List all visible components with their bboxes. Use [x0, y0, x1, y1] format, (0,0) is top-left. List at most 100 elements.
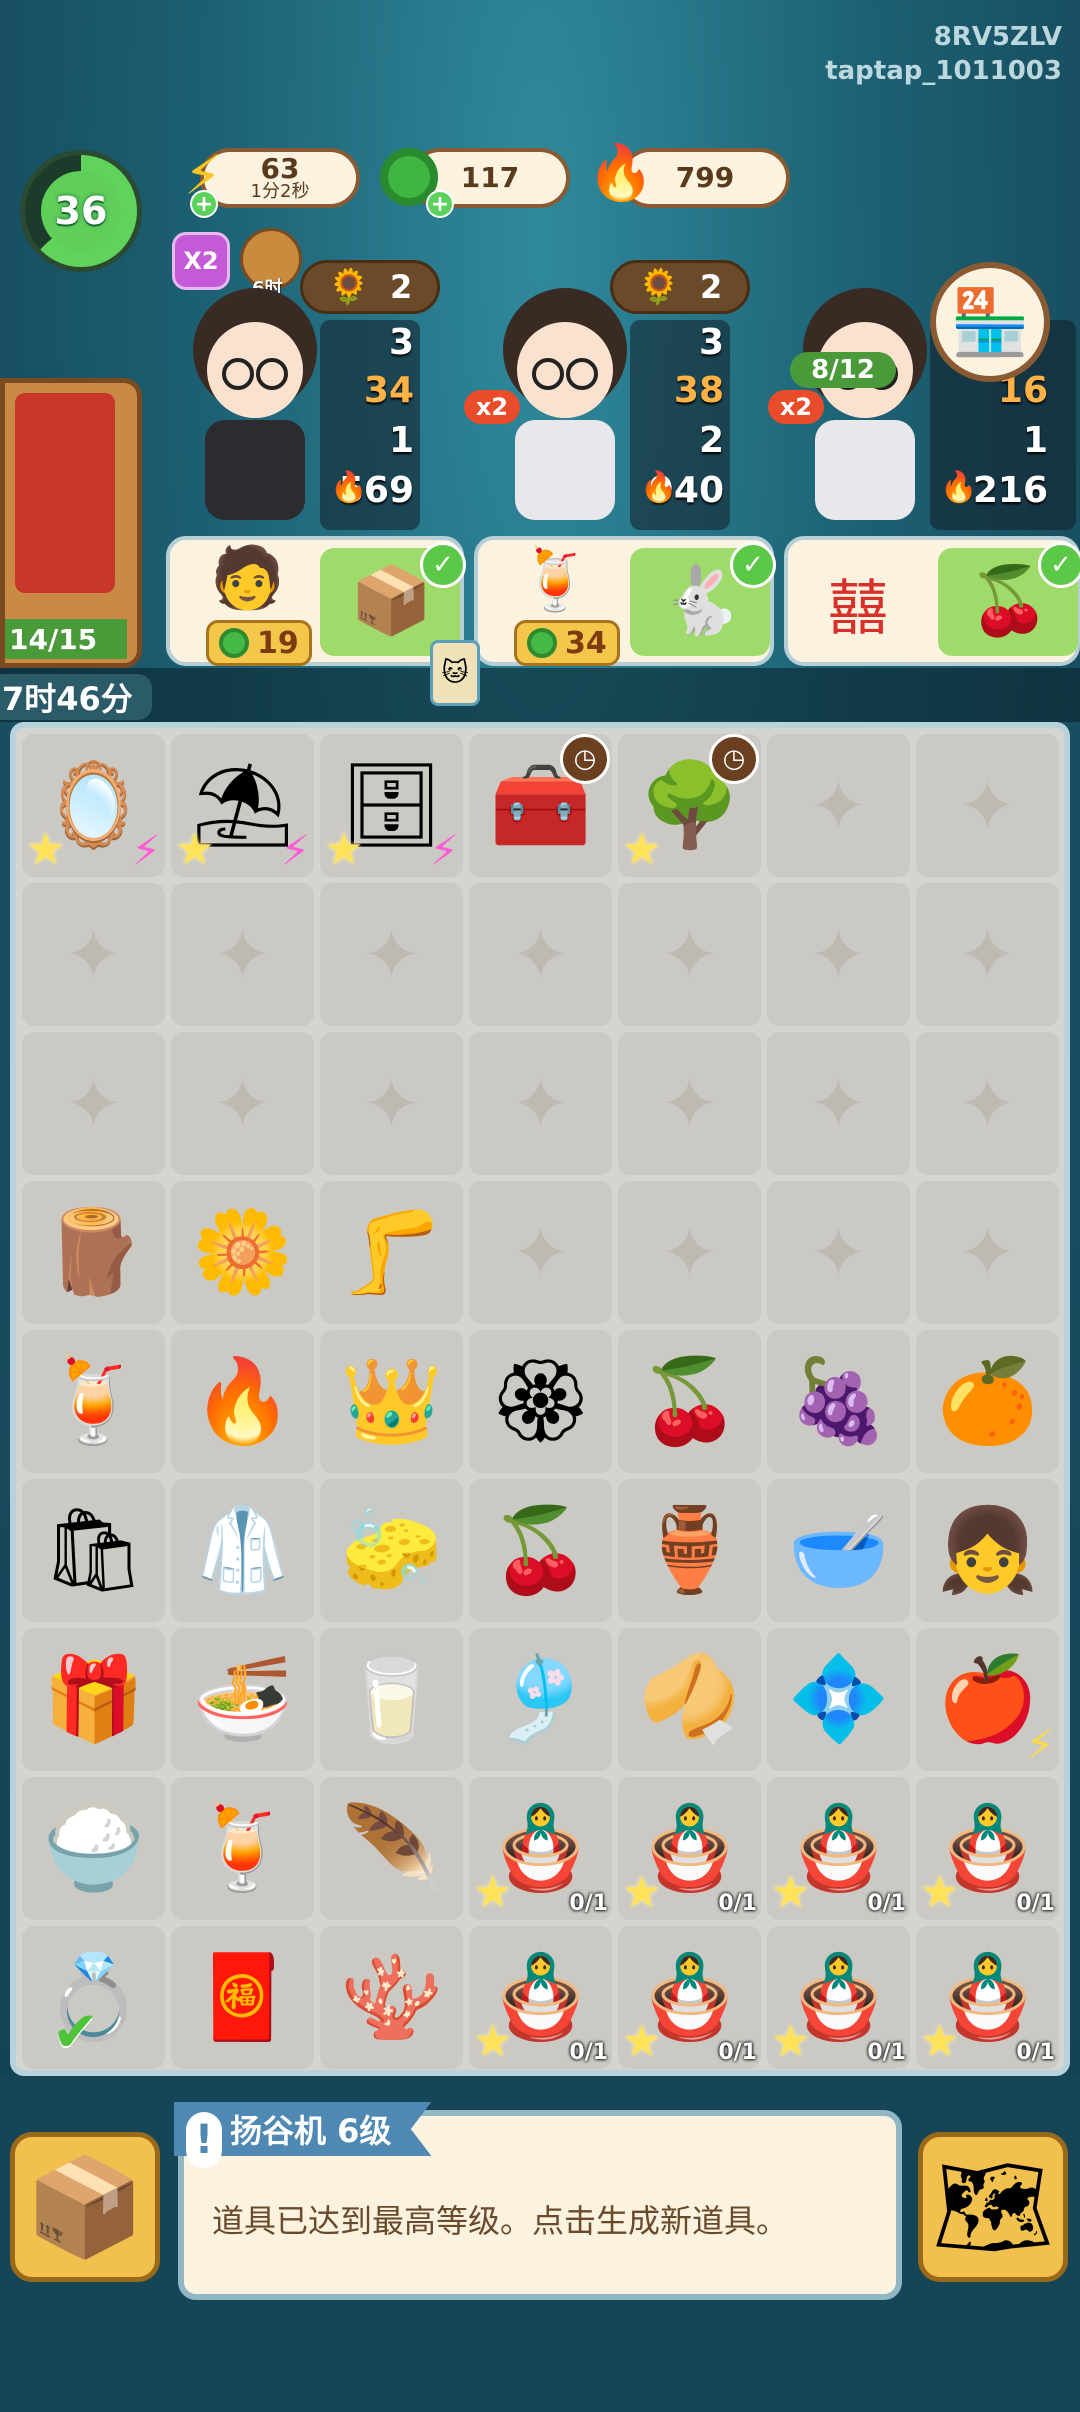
player-level-badge[interactable]: 36: [20, 150, 142, 272]
merge-board: 🪞★⚡⛱★⚡🗄★⚡🧰◷🌳★◷🪵🌼🦵🍹🔥👑🏵🍒🍇🍊🛍🥼🧽🍒🏺🥣👧🎁🍜🥛🎐🥠💠🍎⚡🍚…: [10, 722, 1070, 2076]
empty-cell[interactable]: [916, 1032, 1059, 1175]
stat-d: 216: [972, 470, 1048, 511]
empty-cell[interactable]: [916, 734, 1059, 877]
reward-value: 34: [565, 625, 607, 661]
order-card-1[interactable]: 🧑 📦 ✓ 19: [166, 536, 466, 666]
star-icon: ★: [473, 1867, 513, 1918]
customer-2[interactable]: 🌻 2 3 38 2 940 🔥 x2: [490, 260, 824, 530]
board-item-wooden-doll[interactable]: 🪆 ★ 0/1: [767, 1926, 910, 2069]
star-icon: ★: [175, 824, 215, 875]
order-2-reward: 34: [514, 620, 620, 666]
event-character-card[interactable]: 14/15: [0, 378, 142, 668]
empty-cell[interactable]: [618, 883, 761, 1026]
board-item-hairpin[interactable]: 🌼: [171, 1181, 314, 1324]
map-button[interactable]: 🗺: [918, 2132, 1068, 2282]
customer-1-avatar: [193, 288, 317, 520]
board-item-flower-pin[interactable]: 🏵: [469, 1330, 612, 1473]
empty-cell[interactable]: [469, 1032, 612, 1175]
board-item-orange[interactable]: 🍊: [916, 1330, 1059, 1473]
item-title-text: 扬谷机 6级: [230, 2112, 392, 2150]
board-item-rice-bowl[interactable]: 🥣: [767, 1479, 910, 1622]
empty-cell[interactable]: [618, 1181, 761, 1324]
empty-cell[interactable]: [171, 883, 314, 1026]
flame-icon: 🔥: [940, 470, 978, 505]
board-item-wooden-doll[interactable]: 🪆 ★ 0/1: [618, 1777, 761, 1920]
board-item-watermelon-juice[interactable]: 🍹: [22, 1330, 165, 1473]
flower-pin-icon: 🏵: [488, 1353, 593, 1449]
board-item-pinwheel[interactable]: 🎐: [469, 1628, 612, 1771]
board-item-cherry[interactable]: 🍒: [469, 1479, 612, 1622]
board-item-wooden-doll[interactable]: 🪆 ★ 0/1: [469, 1777, 612, 1920]
mascot-icon[interactable]: 🐱: [430, 640, 480, 706]
board-item-wooden-doll[interactable]: 🪆 ★ 0/1: [767, 1777, 910, 1920]
empty-cell[interactable]: [618, 1032, 761, 1175]
board-item-girl-portrait[interactable]: 👧: [916, 1479, 1059, 1622]
board-item-porridge-bowl[interactable]: 🍚: [22, 1777, 165, 1920]
board-item-blue-flame[interactable]: 🔥: [171, 1330, 314, 1473]
stat-a: 3: [698, 322, 724, 363]
empty-cell[interactable]: [320, 883, 463, 1026]
empty-cell[interactable]: [469, 883, 612, 1026]
board-item-blue-hairpin[interactable]: 💠: [767, 1628, 910, 1771]
board-item-folded-paper[interactable]: 🧧: [171, 1926, 314, 2069]
shop-stall-icon[interactable]: 🏪: [930, 262, 1050, 382]
board-item-wooden-figure[interactable]: 🪵: [22, 1181, 165, 1324]
empty-cell[interactable]: [320, 1032, 463, 1175]
board-item-toolbox-generator[interactable]: 🧰 ◷: [469, 734, 612, 877]
empty-cell[interactable]: [469, 1181, 612, 1324]
order-card-3[interactable]: 囍 🍒 ✓: [784, 536, 1080, 666]
juice-glass-icon: 🍹: [191, 1800, 294, 1896]
board-item-cabinet-generator[interactable]: 🗄 ★ ⚡: [320, 734, 463, 877]
board-item-phoenix-hairpin[interactable]: 🪶: [320, 1777, 463, 1920]
empty-cell[interactable]: [916, 1181, 1059, 1324]
empty-cell[interactable]: [767, 883, 910, 1026]
empty-cell[interactable]: [767, 1032, 910, 1175]
board-item-wooden-doll[interactable]: 🪆 ★ 0/1: [916, 1777, 1059, 1920]
board-item-crown[interactable]: 👑: [320, 1330, 463, 1473]
board-item-juice-glass[interactable]: 🍹: [171, 1777, 314, 1920]
board-item-apple[interactable]: 🍎 ⚡: [916, 1628, 1059, 1771]
board-item-jade-ornament[interactable]: 🪸: [320, 1926, 463, 2069]
order-2-item-slot: 🐇 ✓: [630, 542, 776, 656]
blue-flame-icon: 🔥: [587, 141, 655, 204]
board-item-paper-fortune[interactable]: 🥠: [618, 1628, 761, 1771]
customer-1[interactable]: 🌻 2 3 34 1 569 🔥 x2: [180, 260, 520, 530]
board-item-wooden-doll[interactable]: 🪆 ★ 0/1: [618, 1926, 761, 2069]
stat-c: 1: [1022, 420, 1048, 461]
item-info-description: 道具已达到最高等级。点击生成新道具。: [212, 2202, 789, 2240]
board-item-milk-glass[interactable]: 🥛: [320, 1628, 463, 1771]
board-item-noodle-bowl[interactable]: 🍜: [171, 1628, 314, 1771]
board-item-gold-bangles[interactable]: 💍 ✔: [22, 1926, 165, 2069]
add-coin-icon[interactable]: +: [426, 190, 454, 218]
board-item-vanity-table-generator[interactable]: 🪞 ★ ⚡: [22, 734, 165, 877]
board-item-wooden-leg[interactable]: 🦵: [320, 1181, 463, 1324]
empty-cell[interactable]: [171, 1032, 314, 1175]
board-item-wooden-doll[interactable]: 🪆 ★ 0/1: [469, 1926, 612, 2069]
bolt-icon: ⚡: [280, 826, 311, 875]
board-item-mulberry[interactable]: 🍇: [767, 1330, 910, 1473]
board-item-white-jacket[interactable]: 🥼: [171, 1479, 314, 1622]
empty-cell[interactable]: [767, 1181, 910, 1324]
apple-icon: 🍎: [936, 1651, 1039, 1747]
double-happiness-icon: 囍: [828, 574, 888, 644]
box-icon: 📦: [25, 2150, 145, 2263]
board-item-wooden-doll[interactable]: 🪆 ★ 0/1: [916, 1926, 1059, 2069]
order-card-2[interactable]: 🍹 🐇 ✓ 34: [474, 536, 776, 666]
storage-box-button[interactable]: 📦: [10, 2132, 160, 2282]
empty-cell[interactable]: [22, 1032, 165, 1175]
empty-cell[interactable]: [916, 883, 1059, 1026]
board-item-parasol-generator[interactable]: ⛱ ★ ⚡: [171, 734, 314, 877]
empty-cell[interactable]: [767, 734, 910, 877]
board-item-sponge[interactable]: 🧽: [320, 1479, 463, 1622]
watermark-code: 8RV5ZLV: [933, 22, 1062, 52]
board-item-hawthorn[interactable]: 🍒: [618, 1330, 761, 1473]
board-item-wooden-jar[interactable]: 🏺: [618, 1479, 761, 1622]
add-energy-icon[interactable]: +: [190, 190, 218, 218]
board-item-fruit-tree-generator[interactable]: 🌳 ★ ◷: [618, 734, 761, 877]
event-timer: 7时46分: [0, 674, 152, 720]
board-item-rice-bag[interactable]: 🛍: [22, 1479, 165, 1622]
board-item-gift-box[interactable]: 🎁: [22, 1628, 165, 1771]
empty-cell[interactable]: [22, 883, 165, 1026]
hairpin-icon: 🌼: [191, 1204, 294, 1300]
requirement-count: 0/1: [867, 2040, 906, 2065]
